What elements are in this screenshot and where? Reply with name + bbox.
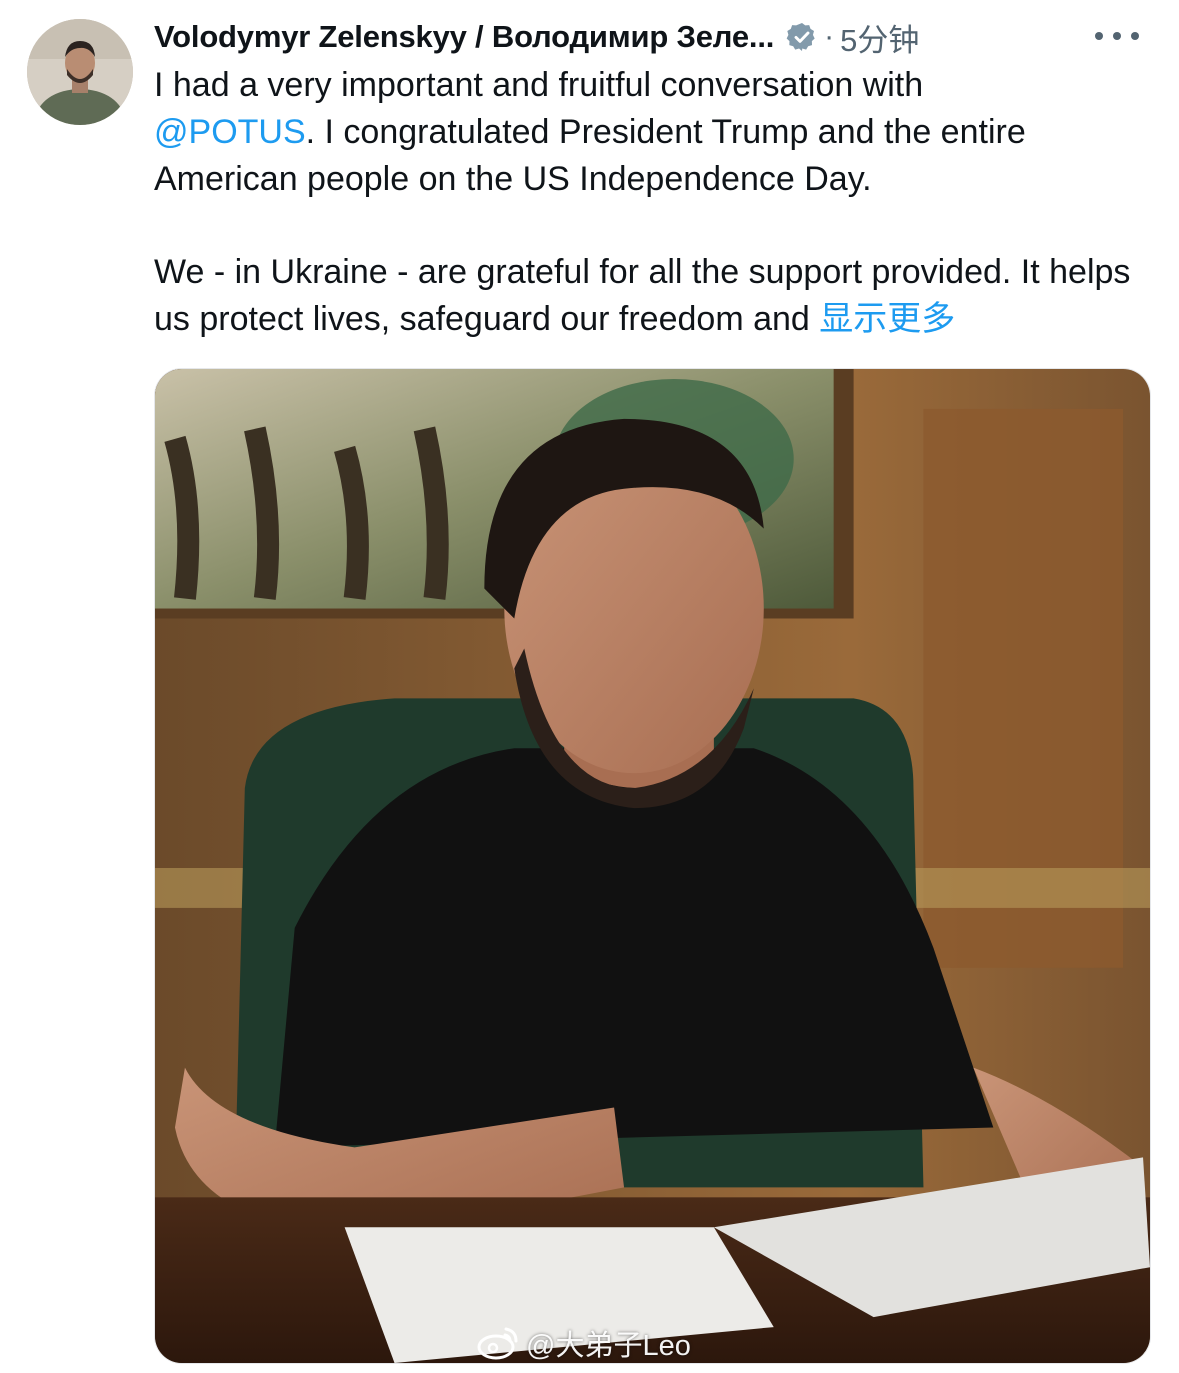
post-text-segment: We - in Ukraine - are grateful for all t… <box>154 253 1131 338</box>
post-text-paragraph: We - in Ukraine - are grateful for all t… <box>154 249 1154 343</box>
post-photo[interactable] <box>154 368 1151 1364</box>
author-name[interactable]: Volodymyr Zelenskyy / Володимир Зеле... <box>154 19 774 55</box>
post-text: I had a very important and fruitful conv… <box>154 62 1154 343</box>
mention-link[interactable]: @POTUS <box>154 113 306 151</box>
more-dot <box>1131 32 1139 40</box>
post-text-line: @POTUS. I congratulated President Trump … <box>154 109 1154 156</box>
watermark-text: @大弟子Leo <box>526 1330 691 1362</box>
author-avatar[interactable] <box>27 19 133 125</box>
verified-badge-icon[interactable] <box>786 21 818 53</box>
post-text-line: American people on the US Independence D… <box>154 160 872 198</box>
more-options-icon[interactable] <box>1089 18 1145 54</box>
header-separator: · <box>824 20 835 53</box>
post-text-segment: . I congratulated President Trump and th… <box>305 113 1026 151</box>
avatar-photo <box>27 19 133 125</box>
weibo-watermark: @大弟子Leo <box>476 1322 691 1364</box>
more-dot <box>1095 32 1103 40</box>
show-more-link[interactable]: 显示更多 <box>819 300 955 338</box>
weibo-icon <box>477 1327 518 1360</box>
post-timestamp[interactable]: 5分钟 <box>840 15 919 60</box>
photo-illustration <box>155 369 1150 1363</box>
more-dot <box>1113 32 1121 40</box>
post-header: Volodymyr Zelenskyy / Володимир Зеле... … <box>154 14 1151 60</box>
post-text-line: I had a very important and fruitful conv… <box>154 66 924 104</box>
